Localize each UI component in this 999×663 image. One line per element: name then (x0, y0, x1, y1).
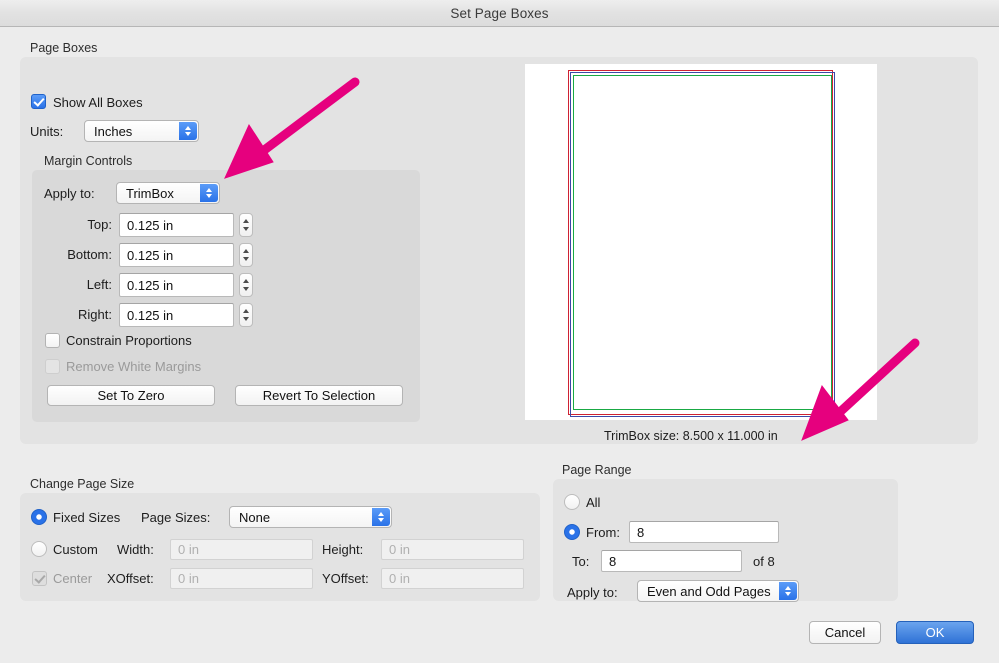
width-input[interactable]: 0 in (170, 539, 313, 560)
constrain-proportions-label: Constrain Proportions (66, 333, 192, 348)
page-sizes-chevron-updown-icon[interactable] (372, 508, 390, 526)
page-range-from-input[interactable]: 8 (629, 521, 779, 543)
margin-bottom-label: Bottom: (67, 247, 112, 262)
window-titlebar: Set Page Boxes (0, 0, 999, 27)
margin-left-label: Left: (86, 277, 112, 292)
center-label: Center (53, 571, 93, 586)
constrain-proportions-checkbox[interactable] (45, 333, 60, 348)
units-popup[interactable]: Inches (84, 120, 199, 142)
units-label: Units: (30, 124, 64, 139)
margin-left-input[interactable]: 0.125 in (119, 273, 234, 297)
custom-size-radio[interactable] (31, 541, 47, 557)
page-range-apply-to-label: Apply to: (567, 585, 618, 600)
remove-white-margins-label: Remove White Margins (66, 359, 202, 374)
margin-top-stepper[interactable] (239, 213, 253, 237)
ok-button[interactable]: OK (896, 621, 974, 644)
page-range-apply-to-chevron-updown-icon[interactable] (779, 582, 797, 600)
fixed-sizes-radio[interactable] (31, 509, 47, 525)
show-all-boxes-label: Show All Boxes (53, 95, 143, 110)
fixed-sizes-label: Fixed Sizes (53, 510, 121, 525)
page-range-group-label: Page Range (562, 463, 632, 477)
preview-trimbox-outline (573, 75, 832, 410)
window-title: Set Page Boxes (450, 5, 549, 21)
center-checkbox (32, 571, 47, 586)
margin-apply-to-label: Apply to: (44, 186, 95, 201)
yoffset-label: YOffset: (322, 571, 369, 586)
page-range-to-label: To: (572, 554, 590, 569)
margin-right-stepper[interactable] (239, 303, 253, 327)
height-input[interactable]: 0 in (381, 539, 524, 560)
set-to-zero-button[interactable]: Set To Zero (47, 385, 215, 406)
height-label: Height: (322, 542, 364, 557)
page-range-to-input[interactable]: 8 (601, 550, 742, 572)
units-chevron-updown-icon[interactable] (179, 122, 197, 140)
margin-top-input[interactable]: 0.125 in (119, 213, 234, 237)
margin-apply-to-chevron-updown-icon[interactable] (200, 184, 218, 202)
margin-apply-to-popup[interactable]: TrimBox (116, 182, 220, 204)
page-boxes-group-label: Page Boxes (30, 41, 98, 55)
margin-bottom-input[interactable]: 0.125 in (119, 243, 234, 267)
margin-left-stepper[interactable] (239, 273, 253, 297)
margin-apply-to-value: TrimBox (126, 185, 174, 201)
page-range-from-radio[interactable] (564, 524, 580, 540)
page-sizes-value: None (239, 509, 271, 525)
page-sizes-popup[interactable]: None (229, 506, 392, 528)
show-all-boxes-checkbox[interactable] (31, 94, 46, 109)
margin-controls-group-label: Margin Controls (44, 154, 133, 168)
page-range-apply-to-popup[interactable]: Even and Odd Pages (637, 580, 799, 602)
cancel-button[interactable]: Cancel (809, 621, 881, 644)
page-range-apply-to-value: Even and Odd Pages (647, 583, 771, 599)
page-sizes-label: Page Sizes: (141, 510, 211, 525)
margin-bottom-stepper[interactable] (239, 243, 253, 267)
xoffset-input[interactable]: 0 in (170, 568, 313, 589)
change-page-size-group-label: Change Page Size (30, 477, 135, 491)
width-label: Width: (117, 542, 154, 557)
margin-right-label: Right: (78, 307, 112, 322)
remove-white-margins-checkbox (45, 359, 60, 374)
revert-to-selection-button[interactable]: Revert To Selection (235, 385, 403, 406)
margin-top-label: Top: (87, 217, 112, 232)
margin-right-input[interactable]: 0.125 in (119, 303, 234, 327)
units-value: Inches (94, 123, 133, 139)
xoffset-label: XOffset: (107, 571, 154, 586)
page-range-all-label: All (586, 495, 601, 510)
page-range-total-label: of 8 (753, 554, 775, 569)
custom-size-label: Custom (53, 542, 98, 557)
page-range-all-radio[interactable] (564, 494, 580, 510)
page-range-from-label: From: (586, 525, 620, 540)
yoffset-input[interactable]: 0 in (381, 568, 524, 589)
trimbox-size-caption: TrimBox size: 8.500 x 11.000 in (604, 429, 778, 443)
